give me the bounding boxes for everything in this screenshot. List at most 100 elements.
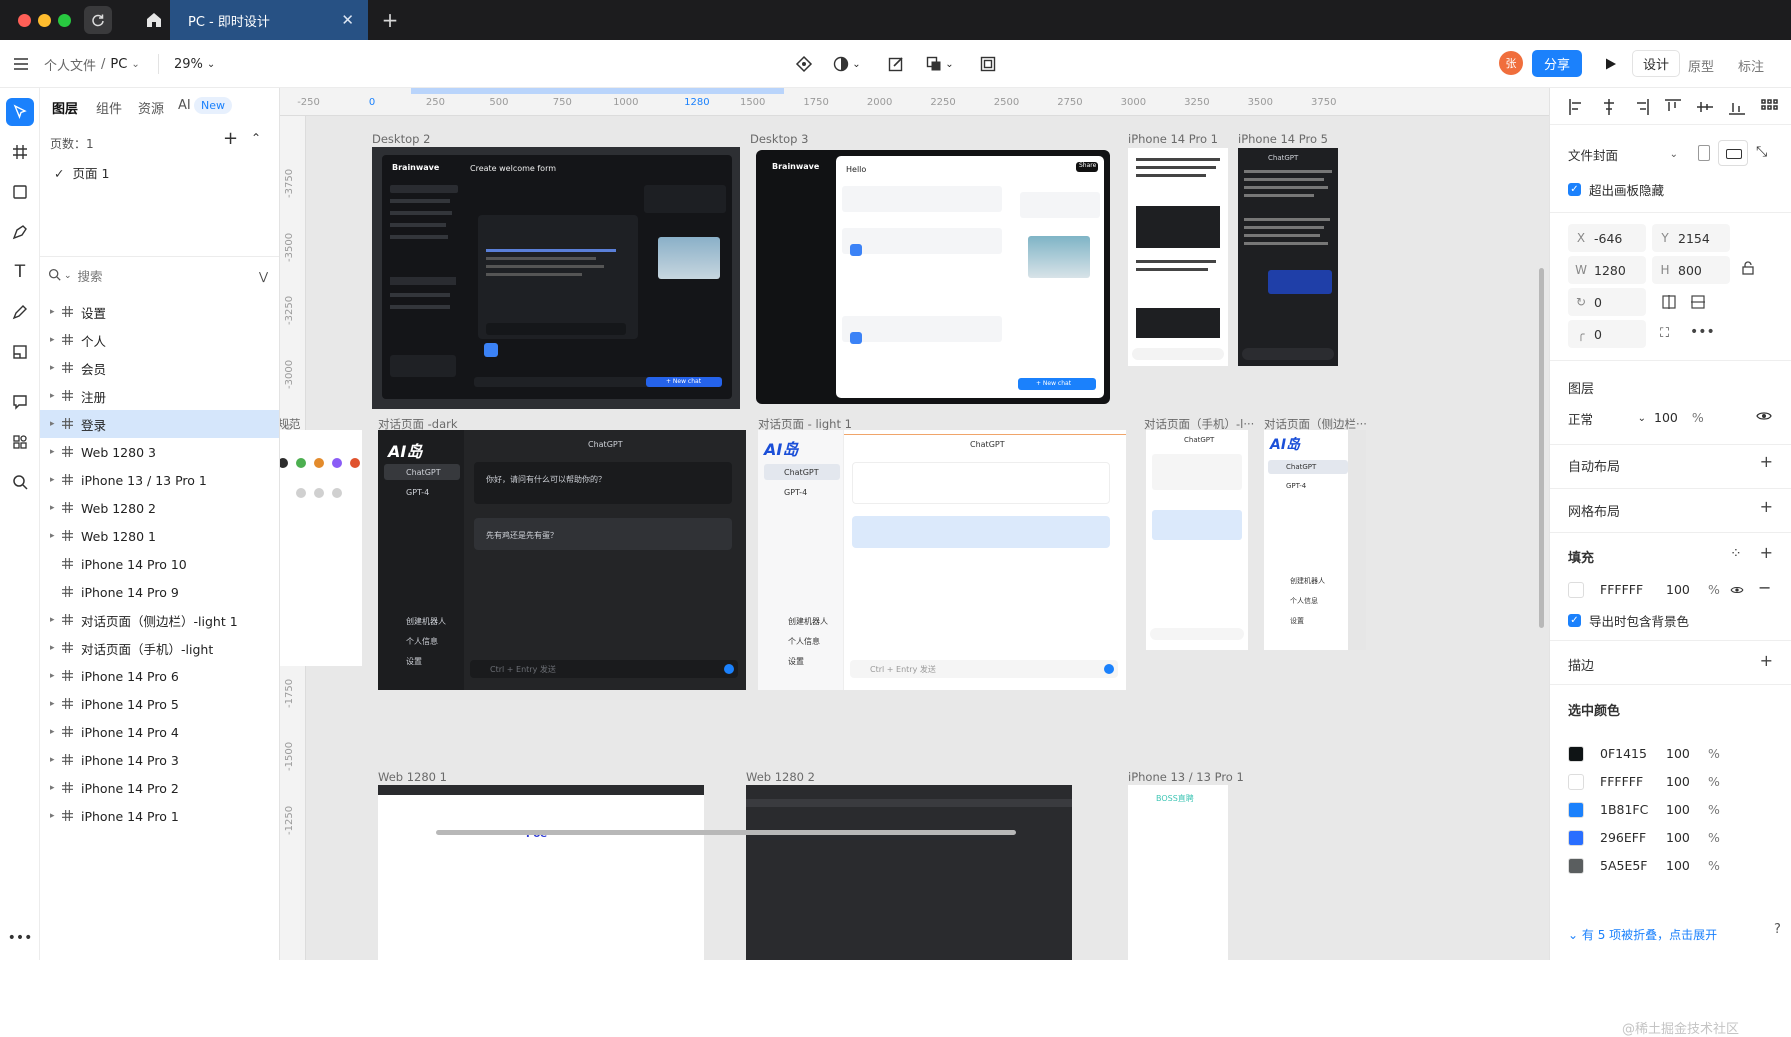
frame-label-desktop2[interactable]: Desktop 2	[372, 132, 430, 146]
color-opacity[interactable]: 100	[1666, 802, 1690, 817]
add-grid-layout-icon[interactable]: +	[1760, 497, 1773, 516]
align-bottom-icon[interactable]	[1728, 98, 1746, 120]
remove-fill-icon[interactable]: −	[1758, 578, 1771, 597]
expand-caret-icon[interactable]: ▸	[50, 615, 55, 625]
layer-row[interactable]: ▸ 设置	[40, 298, 279, 326]
color-swatch[interactable]	[1568, 746, 1584, 762]
layer-opacity[interactable]: 100%	[1654, 410, 1704, 425]
add-fill-icon[interactable]: +	[1760, 543, 1773, 562]
frame-label-iphone13[interactable]: iPhone 13 / 13 Pro 1	[1128, 770, 1244, 784]
align-top-icon[interactable]	[1664, 98, 1682, 120]
minimize-window-button[interactable]	[38, 14, 51, 27]
fill-eye-icon[interactable]	[1730, 584, 1744, 599]
layer-search[interactable]: ⌄ ⋁	[48, 264, 272, 288]
page-item[interactable]: ✓ 页面 1	[54, 163, 109, 182]
breadcrumb-root[interactable]: 个人文件	[44, 55, 96, 74]
more-options-icon[interactable]: •••	[1690, 324, 1715, 340]
frame-label-iphone5[interactable]: iPhone 14 Pro 5	[1238, 132, 1328, 146]
move-tool-icon[interactable]	[6, 98, 34, 126]
color-opacity[interactable]: 100	[1666, 774, 1690, 789]
collapse-pages-icon[interactable]: ⌃	[251, 131, 261, 145]
color-hex[interactable]: 5A5E5F	[1600, 858, 1648, 873]
layer-row[interactable]: ▸ iPhone 14 Pro 1	[40, 802, 279, 830]
maximize-window-button[interactable]	[58, 14, 71, 27]
layer-row[interactable]: ▸ iPhone 14 Pro 3	[40, 746, 279, 774]
layer-row[interactable]: ▸ 会员	[40, 354, 279, 382]
breadcrumb-file[interactable]: PC	[110, 57, 127, 72]
mode-annotate-tab[interactable]: 标注	[1738, 56, 1764, 75]
align-right-icon[interactable]	[1632, 98, 1650, 120]
color-opacity[interactable]: 100	[1666, 746, 1690, 761]
frame-web1[interactable]: Poe	[378, 785, 704, 960]
help-icon[interactable]: ?	[1774, 922, 1781, 937]
play-icon[interactable]	[1598, 52, 1622, 76]
fill-hex[interactable]: FFFFFF	[1600, 582, 1643, 597]
w-field[interactable]: W 1280	[1568, 256, 1646, 284]
share-button[interactable]: 分享	[1532, 50, 1582, 77]
expand-caret-icon[interactable]: ▸	[50, 307, 55, 317]
tab-current-file[interactable]: PC - 即时设计 ✕	[170, 0, 368, 40]
color-hex[interactable]: 0F1415	[1600, 746, 1647, 761]
close-window-button[interactable]	[18, 14, 31, 27]
expand-caret-icon[interactable]: ▸	[50, 335, 55, 345]
landscape-button[interactable]	[1718, 140, 1748, 166]
frame-tool-icon[interactable]	[6, 138, 34, 166]
expand-caret-icon[interactable]: ▸	[50, 503, 55, 513]
layer-row[interactable]: ▸ iPhone 14 Pro 6	[40, 662, 279, 690]
layer-row[interactable]: ▸ 注册	[40, 382, 279, 410]
portrait-icon[interactable]	[1698, 145, 1710, 161]
layer-row[interactable]: ▸ iPhone 14 Pro 5	[40, 690, 279, 718]
frame-label-web2[interactable]: Web 1280 2	[746, 770, 815, 784]
layer-row[interactable]: ▸ 登录	[40, 410, 279, 438]
selected-color-row[interactable]: 296EFF 100%	[1568, 824, 1778, 852]
color-swatch[interactable]	[1568, 830, 1584, 846]
frame-preset-select[interactable]: 文件封面 ⌄	[1568, 142, 1678, 166]
eye-icon[interactable]	[1756, 410, 1772, 426]
flip-horizontal-icon[interactable]	[1662, 294, 1676, 310]
frame-icon[interactable]	[976, 52, 1000, 76]
component-icon[interactable]	[792, 52, 816, 76]
align-h-center-icon[interactable]	[1600, 98, 1618, 120]
align-v-center-icon[interactable]	[1696, 98, 1714, 120]
zoom-select[interactable]: 29% ⌄	[174, 52, 215, 76]
expand-caret-icon[interactable]: ▸	[50, 475, 55, 485]
tab-layers[interactable]: 图层	[52, 98, 78, 117]
add-auto-layout-icon[interactable]: +	[1760, 452, 1773, 471]
breadcrumb[interactable]: 个人文件 / PC ⌄	[44, 52, 140, 76]
fill-styles-icon[interactable]: ⁘	[1730, 546, 1742, 562]
color-swatch[interactable]	[1568, 858, 1584, 874]
tab-ai[interactable]: AI	[178, 98, 191, 113]
rectangle-tool-icon[interactable]	[6, 178, 34, 206]
layer-row[interactable]: ▸ iPhone 14 Pro 2	[40, 774, 279, 802]
selected-color-row[interactable]: FFFFFF 100%	[1568, 768, 1778, 796]
fill-row[interactable]: FFFFFF 100 % −	[1568, 576, 1778, 604]
frame-desktop3[interactable]: Brainwave Hello + New chat Share	[756, 150, 1110, 404]
frame-spec[interactable]	[280, 430, 362, 666]
resize-icon[interactable]: ⤡	[1756, 144, 1767, 160]
color-opacity[interactable]: 100	[1666, 858, 1690, 873]
expand-caret-icon[interactable]: ▸	[50, 811, 55, 821]
boolean-icon[interactable]: ⌄	[922, 52, 958, 76]
expand-caret-icon[interactable]: ▸	[50, 671, 55, 681]
expand-caret-icon[interactable]: ▸	[50, 391, 55, 401]
frame-light1[interactable]: AI岛 ChatGPT GPT-4 创建机器人 个人信息 设置 ChatGPT …	[758, 430, 1126, 690]
expand-caret-icon[interactable]: ▸	[50, 699, 55, 709]
frame-dark[interactable]: AI岛 ChatGPT GPT-4 创建机器人 个人信息 设置 ChatGPT …	[378, 430, 746, 690]
rotation-field[interactable]: ↻ 0	[1568, 288, 1646, 316]
y-field[interactable]: Y 2154	[1652, 224, 1730, 252]
color-opacity[interactable]: 100	[1666, 830, 1690, 845]
selected-color-row[interactable]: 5A5E5F 100%	[1568, 852, 1778, 880]
frame-iphone5[interactable]: ChatGPT	[1238, 148, 1338, 366]
independent-corners-icon[interactable]: ⛶	[1660, 326, 1669, 341]
expand-caret-icon[interactable]: ▸	[50, 727, 55, 737]
expand-colors-link[interactable]: ⌄ 有 5 项被折叠，点击展开	[1568, 926, 1717, 943]
frame-mobile[interactable]: ChatGPT	[1146, 430, 1248, 650]
more-icon[interactable]: •••	[6, 924, 34, 952]
align-left-icon[interactable]	[1568, 98, 1586, 120]
frame-label-iphone1[interactable]: iPhone 14 Pro 1	[1128, 132, 1218, 146]
expand-caret-icon[interactable]: ▸	[50, 755, 55, 765]
expand-caret-icon[interactable]: ▸	[50, 531, 55, 541]
search-icon[interactable]	[6, 468, 34, 496]
frame-sidebar[interactable]: AI岛 ChatGPT GPT-4 创建机器人 个人信息 设置	[1264, 430, 1366, 650]
layer-row[interactable]: ▸ iPhone 14 Pro 4	[40, 718, 279, 746]
